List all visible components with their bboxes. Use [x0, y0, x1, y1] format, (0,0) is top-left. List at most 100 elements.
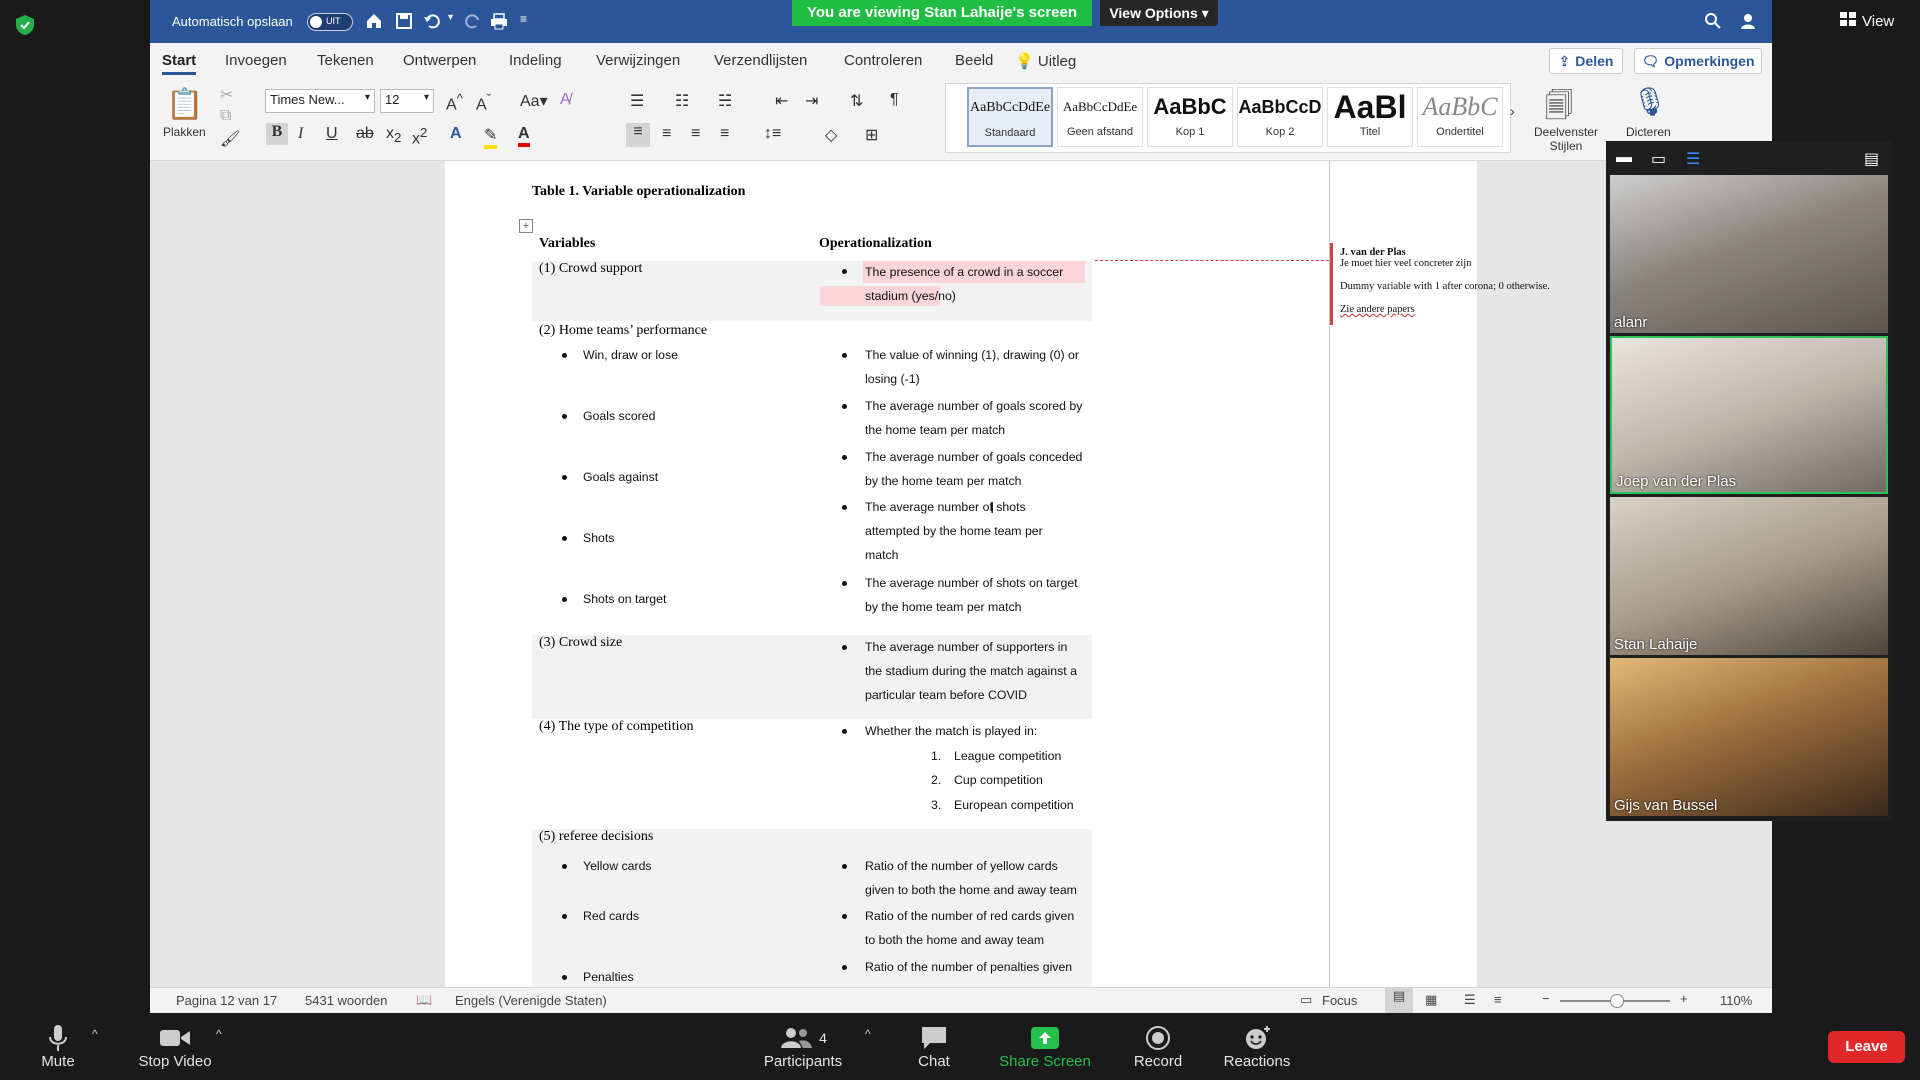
- grow-font-icon[interactable]: A^: [446, 91, 463, 114]
- underline-button[interactable]: U: [326, 125, 338, 143]
- home-icon[interactable]: [365, 12, 383, 30]
- stop-video-button[interactable]: Stop Video: [132, 1023, 218, 1070]
- style-geen-afstand[interactable]: AaBbCcDdEe Geen afstand: [1057, 87, 1143, 147]
- tab-invoegen[interactable]: Invoegen: [225, 52, 287, 69]
- focus-icon[interactable]: ▭: [1300, 992, 1312, 1008]
- view-options-button[interactable]: View Options ▾: [1100, 0, 1218, 26]
- participants-button[interactable]: 4 Participants: [760, 1023, 846, 1070]
- paste-icon[interactable]: 📋: [166, 87, 203, 122]
- view-button[interactable]: View: [1840, 12, 1894, 30]
- speaker-view-icon[interactable]: ▭: [1651, 149, 1666, 169]
- audio-options-chevron-icon[interactable]: ^: [92, 1027, 98, 1041]
- styles-pane-label[interactable]: Deelvenster Stijlen: [1532, 125, 1600, 153]
- style-standaard[interactable]: AaBbCcDdEe Standaard: [967, 87, 1053, 147]
- chat-button[interactable]: Chat: [904, 1023, 964, 1070]
- document-canvas[interactable]: Table 1. Variable operationalization + V…: [150, 161, 1772, 987]
- participants-chevron-icon[interactable]: ^: [865, 1027, 871, 1041]
- subscript-button[interactable]: x2: [386, 125, 401, 145]
- zoom-level[interactable]: 110%: [1720, 993, 1752, 1008]
- shrink-font-icon[interactable]: Aˇ: [476, 91, 491, 114]
- reactions-button[interactable]: Reactions: [1222, 1023, 1292, 1070]
- exit-fullscreen-icon[interactable]: ▤: [1864, 149, 1879, 169]
- language[interactable]: Engels (Verenigde Staten): [455, 993, 607, 1008]
- show-formatting-icon[interactable]: ¶: [890, 91, 899, 109]
- font-name-select[interactable]: Times New... ▾: [265, 89, 375, 113]
- tab-ontwerpen[interactable]: Ontwerpen: [403, 52, 476, 69]
- zoom-in-icon[interactable]: +: [1680, 991, 1688, 1006]
- borders-icon[interactable]: ⊞: [865, 125, 878, 145]
- shading-icon[interactable]: ◇: [825, 125, 837, 145]
- tab-controleren[interactable]: Controleren: [844, 52, 922, 69]
- save-icon[interactable]: [395, 12, 413, 30]
- video-options-chevron-icon[interactable]: ^: [216, 1027, 222, 1041]
- minimize-icon[interactable]: ▬: [1616, 149, 1632, 167]
- align-center-button[interactable]: ≡: [662, 125, 671, 143]
- style-ondertitel[interactable]: AaBbC Ondertitel: [1417, 87, 1503, 147]
- tab-beeld[interactable]: Beeld: [955, 52, 993, 69]
- copy-icon[interactable]: ⧉: [220, 107, 231, 125]
- align-right-button[interactable]: ≡: [691, 125, 700, 143]
- line-spacing-icon[interactable]: ↕≡: [764, 125, 781, 143]
- clear-formatting-icon[interactable]: A̸: [560, 91, 571, 109]
- video-tile[interactable]: alanr: [1610, 175, 1888, 333]
- customize-toolbar-icon[interactable]: ≡: [520, 12, 538, 30]
- redo-icon[interactable]: [464, 12, 482, 30]
- security-shield-icon[interactable]: [14, 14, 36, 36]
- video-tile-active-speaker[interactable]: Joep van der Plas: [1610, 336, 1888, 494]
- proofing-icon[interactable]: 📖: [416, 992, 432, 1008]
- outline-icon[interactable]: ☰: [1464, 992, 1476, 1008]
- gallery-view-icon[interactable]: ☰: [1686, 149, 1700, 169]
- zoom-out-icon[interactable]: −: [1542, 991, 1550, 1006]
- style-kop1[interactable]: AaBbC Kop 1: [1147, 87, 1233, 147]
- table-move-handle-icon[interactable]: +: [519, 219, 533, 233]
- italic-button[interactable]: I: [298, 125, 303, 143]
- sort-icon[interactable]: ⇅: [850, 91, 863, 111]
- leave-button[interactable]: Leave: [1828, 1031, 1905, 1063]
- text-effects-icon[interactable]: A: [450, 125, 462, 143]
- web-layout-icon[interactable]: ▦: [1425, 992, 1437, 1008]
- tab-verwijzingen[interactable]: Verwijzingen: [596, 52, 680, 69]
- numbering-icon[interactable]: ☷: [675, 91, 689, 111]
- multilevel-list-icon[interactable]: ☵: [718, 91, 732, 111]
- bold-button[interactable]: B: [266, 123, 288, 145]
- style-kop2[interactable]: AaBbCcD Kop 2: [1237, 87, 1323, 147]
- page-count[interactable]: Pagina 12 van 17: [176, 993, 277, 1008]
- document-page[interactable]: Table 1. Variable operationalization + V…: [445, 161, 1550, 987]
- zoom-slider-thumb[interactable]: [1610, 994, 1624, 1008]
- font-size-select[interactable]: 12 ▾: [380, 89, 434, 113]
- print-icon[interactable]: [490, 12, 508, 30]
- video-tile[interactable]: Gijs van Bussel: [1610, 658, 1888, 816]
- video-tile[interactable]: Stan Lahaije: [1610, 497, 1888, 655]
- format-painter-icon[interactable]: 🖌: [220, 129, 240, 149]
- record-button[interactable]: Record: [1128, 1023, 1188, 1070]
- comments-button[interactable]: 🗨 Opmerkingen: [1634, 48, 1762, 74]
- styles-more-icon[interactable]: ›: [1510, 103, 1515, 119]
- mute-button[interactable]: Mute: [30, 1023, 86, 1070]
- tab-indeling[interactable]: Indeling: [509, 52, 562, 69]
- account-icon[interactable]: [1740, 12, 1758, 30]
- word-count[interactable]: 5431 woorden: [305, 993, 387, 1008]
- focus-label[interactable]: Focus: [1322, 993, 1357, 1008]
- tab-tekenen[interactable]: Tekenen: [317, 52, 374, 69]
- search-icon[interactable]: [1704, 12, 1722, 30]
- cut-icon[interactable]: ✂: [220, 85, 233, 105]
- superscript-button[interactable]: x2: [412, 125, 427, 148]
- style-titel[interactable]: AaBl Titel: [1327, 87, 1413, 147]
- font-color-icon[interactable]: A: [518, 125, 530, 147]
- justify-button[interactable]: ≡: [720, 125, 729, 143]
- align-left-button[interactable]: ≡: [626, 123, 650, 147]
- tab-uitleg[interactable]: 💡 Uitleg: [1015, 52, 1076, 70]
- bullets-icon[interactable]: ☰: [630, 91, 644, 111]
- draft-icon[interactable]: ≡: [1494, 992, 1502, 1007]
- tab-verzendlijsten[interactable]: Verzendlijsten: [714, 52, 807, 69]
- share-button[interactable]: ⇪ Delen: [1549, 48, 1623, 74]
- share-screen-button[interactable]: Share Screen: [996, 1023, 1094, 1070]
- tab-start[interactable]: Start: [162, 52, 197, 75]
- change-case-icon[interactable]: Aa▾: [520, 91, 548, 111]
- strikethrough-button[interactable]: ab: [356, 125, 374, 143]
- undo-icon[interactable]: [423, 12, 441, 30]
- decrease-indent-icon[interactable]: ⇤: [775, 91, 788, 111]
- increase-indent-icon[interactable]: ⇥: [805, 91, 818, 111]
- microphone-icon[interactable]: 🎙: [1632, 85, 1668, 118]
- comment-balloon[interactable]: J. van der Plas Je moet hier veel concre…: [1340, 247, 1580, 315]
